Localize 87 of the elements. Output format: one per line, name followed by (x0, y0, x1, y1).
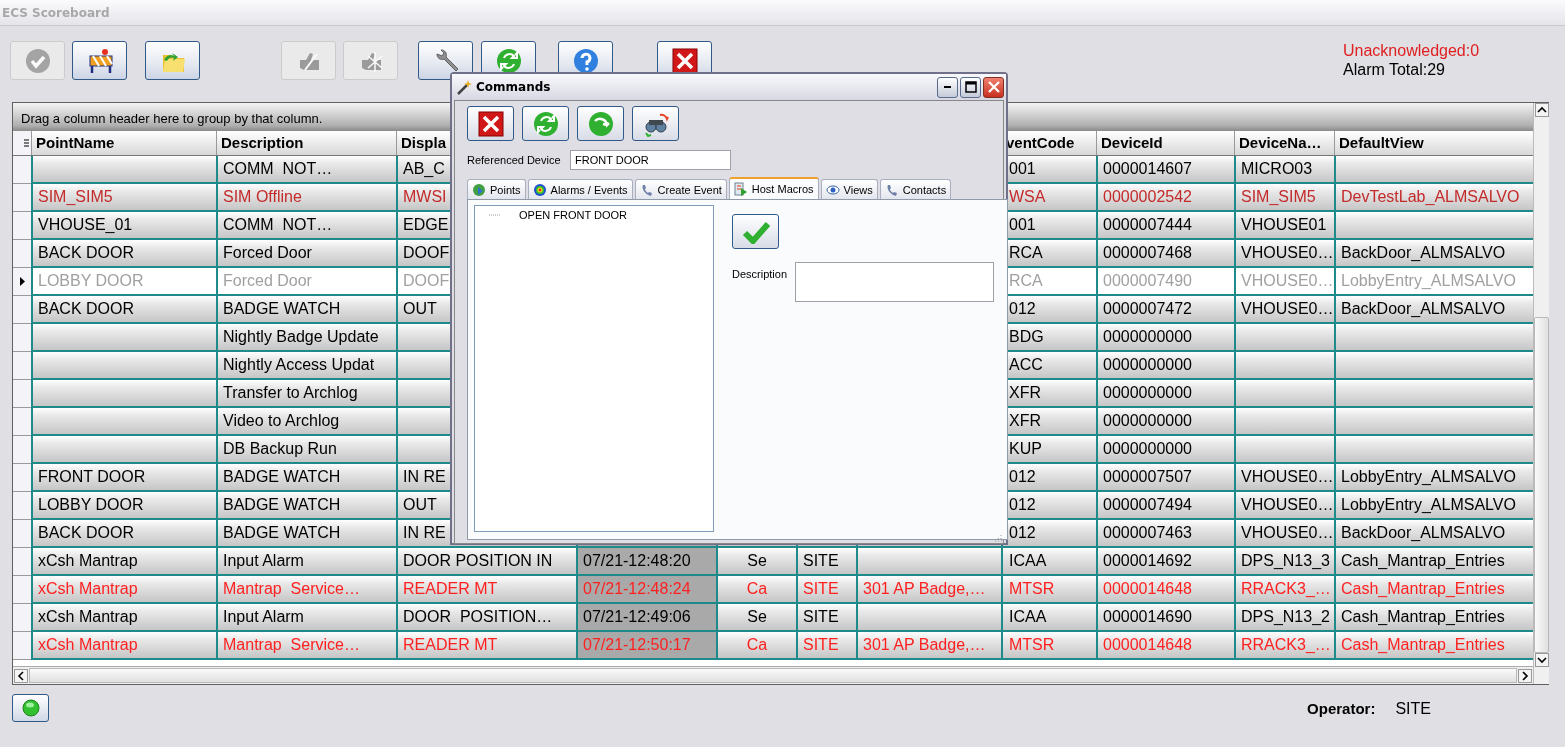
table-cell: Forced Door (216, 268, 396, 294)
table-cell: Video to Archlog (216, 408, 396, 434)
table-cell: xCsh Mantrap (31, 632, 216, 658)
table-cell: RRACK3_… (1234, 632, 1334, 658)
table-cell: MTSR (1001, 632, 1096, 658)
table-cell: 0000007444 (1096, 212, 1234, 238)
table-cell: 07/21-12:50:17 (576, 632, 716, 658)
table-cell: LOBBY DOOR (31, 492, 216, 518)
table-cell: VHOUSE0… (1234, 492, 1334, 518)
table-cell: 0000007490 (1096, 268, 1234, 294)
table-cell: Input Alarm (216, 604, 396, 630)
table-cell: VHOUSE0… (1234, 268, 1334, 294)
table-cell: 0000007463 (1096, 520, 1234, 546)
table-cell: 07/21-12:48:20 (576, 548, 716, 574)
table-cell: 0000007507 (1096, 464, 1234, 490)
table-cell: 07/21-12:48:24 (576, 576, 716, 602)
table-cell: 0000000000 (1096, 408, 1234, 434)
table-cell: 0000007472 (1096, 296, 1234, 322)
table-cell: MTSR (1001, 576, 1096, 602)
table-cell: BADGE WATCH (216, 296, 396, 322)
table-cell: 301 AP Badge,… (856, 576, 1001, 602)
operator-name: SITE (1395, 700, 1431, 718)
table-cell: 0000007468 (1096, 240, 1234, 266)
table-cell: xCsh Mantrap (31, 548, 216, 574)
table-cell: ICAA (1001, 604, 1096, 630)
table-cell: SITE (796, 632, 856, 658)
table-cell: 0000000000 (1096, 436, 1234, 462)
table-cell: BACK DOOR (31, 296, 216, 322)
table-cell: Nightly Badge Update (216, 324, 396, 350)
table-cell: BADGE WATCH (216, 464, 396, 490)
table-cell: 07/21-12:49:06 (576, 604, 716, 630)
table-cell: xCsh Mantrap (31, 576, 216, 602)
table-cell: 0000014690 (1096, 604, 1234, 630)
table-cell: Mantrap Service… (216, 632, 396, 658)
table-cell: VHOUSE0… (1234, 520, 1334, 546)
table-cell: Ca (716, 576, 796, 602)
table-cell: 301 AP Badge,… (856, 632, 1001, 658)
table-cell: 0000000000 (1096, 380, 1234, 406)
table-cell: 0000014692 (1096, 548, 1234, 574)
table-cell: BADGE WATCH (216, 520, 396, 546)
table-cell: LOBBY DOOR (31, 268, 216, 294)
table-cell: COMM NOT… (216, 212, 396, 238)
alarm-total: Alarm Total:29 (1343, 60, 1446, 79)
table-cell: VHOUSE_01 (31, 212, 216, 238)
window-title: ECS Scoreboard (2, 6, 110, 20)
operator-label: Operator: (1307, 700, 1376, 718)
table-cell: BACK DOOR (31, 520, 216, 546)
table-cell: Se (716, 548, 796, 574)
table-cell: VHOUSE01 (1234, 212, 1334, 238)
table-cell: Input Alarm (216, 548, 396, 574)
table-cell: VHOUSE0… (1234, 240, 1334, 266)
table-cell: SIM Offline (216, 184, 396, 210)
table-cell: xCsh Mantrap (31, 604, 216, 630)
table-cell: 0000007494 (1096, 492, 1234, 518)
table-cell: DB Backup Run (216, 436, 396, 462)
table-cell: ICAA (1001, 548, 1096, 574)
table-cell: MICRO03 (1234, 156, 1334, 182)
table-cell: COMM NOT… (216, 156, 396, 182)
table-cell: SITE (796, 548, 856, 574)
table-cell: 0000002542 (1096, 184, 1234, 210)
table-cell: Mantrap Service… (216, 576, 396, 602)
table-cell: SIM_SIM5 (1234, 184, 1334, 210)
table-cell: DPS_N13_3 (1234, 548, 1334, 574)
table-cell: 0000000000 (1096, 324, 1234, 350)
field-label: Referenced Device (467, 154, 562, 166)
table-cell: SITE (796, 604, 856, 630)
table-cell: RRACK3_… (1234, 576, 1334, 602)
table-cell: BADGE WATCH (216, 492, 396, 518)
table-cell: SITE (796, 576, 856, 602)
table-cell: VHOUSE0… (1234, 464, 1334, 490)
table-cell: Nightly Access Updat (216, 352, 396, 378)
table-cell: Transfer to Archlog (216, 380, 396, 406)
table-cell: SIM_SIM5 (31, 184, 216, 210)
table-cell: 0000014648 (1096, 576, 1234, 602)
table-cell: 0000014648 (1096, 632, 1234, 658)
table-cell: VHOUSE0… (1234, 296, 1334, 322)
table-cell: 0000000000 (1096, 352, 1234, 378)
table-cell: Se (716, 604, 796, 630)
table-cell: FRONT DOOR (31, 464, 216, 490)
table-cell: Ca (716, 632, 796, 658)
unacknowledged-count: Unacknowledged:0 (1343, 41, 1481, 60)
dialog-title: Commands (476, 80, 552, 94)
field-label: Description (732, 268, 788, 282)
table-cell: BACK DOOR (31, 240, 216, 266)
table-cell: 0000014607 (1096, 156, 1234, 182)
table-cell: Forced Door (216, 240, 396, 266)
table-cell: DPS_N13_2 (1234, 604, 1334, 630)
